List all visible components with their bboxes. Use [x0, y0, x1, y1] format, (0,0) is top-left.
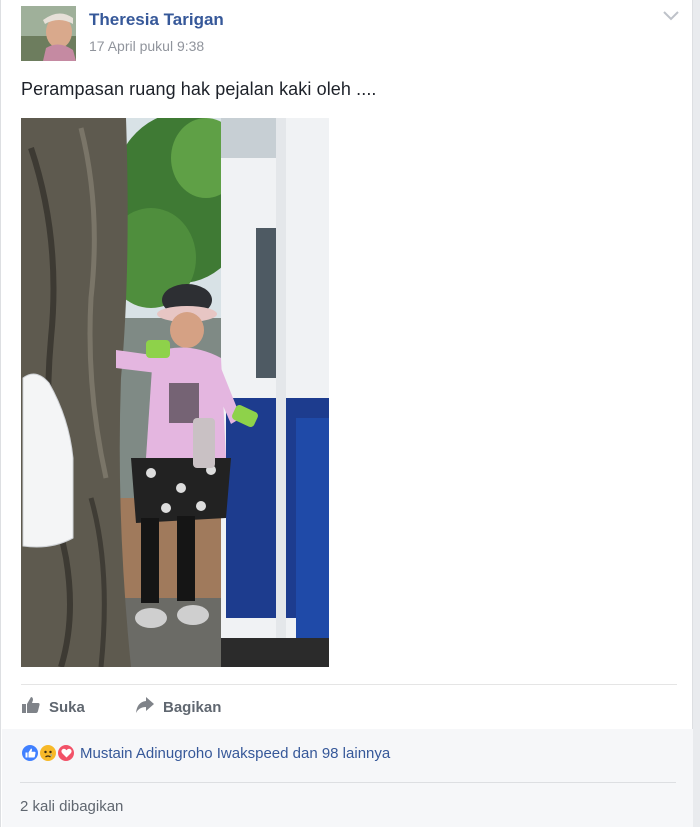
reactions-area: Mustain Adinugroho Iwakspeed dan 98 lain…	[2, 729, 693, 827]
reactions-text[interactable]: Mustain Adinugroho Iwakspeed dan 98 lain…	[80, 745, 390, 762]
post-photo[interactable]	[21, 118, 329, 667]
post-text: Perampasan ruang hak pejalan kaki oleh .…	[21, 79, 377, 99]
post-card: Theresia Tarigan 17 April pukul 9:38 Per…	[0, 0, 693, 827]
like-label: Suka	[49, 698, 85, 716]
like-reaction-icon	[20, 743, 40, 763]
actions-divider	[21, 684, 677, 685]
thumbs-up-icon	[21, 696, 49, 718]
author-name[interactable]: Theresia Tarigan	[89, 10, 224, 30]
share-arrow-icon	[135, 696, 163, 718]
sad-reaction-icon	[38, 743, 58, 763]
love-reaction-icon	[56, 743, 76, 763]
like-button[interactable]: Suka	[21, 696, 85, 718]
reactions-summary[interactable]: Mustain Adinugroho Iwakspeed dan 98 lain…	[20, 743, 390, 763]
reaction-icons	[20, 743, 76, 763]
share-button[interactable]: Bagikan	[135, 696, 221, 718]
shares-divider	[20, 782, 676, 783]
chevron-down-icon[interactable]	[661, 8, 681, 24]
post-header: Theresia Tarigan 17 April pukul 9:38	[21, 6, 681, 62]
action-bar: Suka Bagikan	[21, 688, 677, 724]
share-label: Bagikan	[163, 698, 222, 716]
share-count[interactable]: 2 kali dibagikan	[20, 798, 123, 815]
post-timestamp[interactable]: 17 April pukul 9:38	[89, 38, 204, 54]
avatar[interactable]	[21, 6, 76, 61]
